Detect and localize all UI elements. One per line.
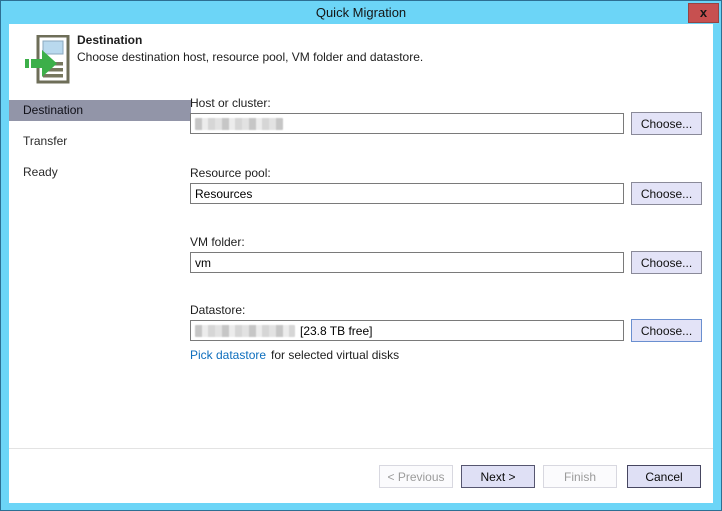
vm-folder-input[interactable]: vm: [190, 252, 624, 273]
resource-pool-row: Resource pool: Resources Choose...: [190, 166, 705, 206]
previous-button[interactable]: < Previous: [379, 465, 453, 488]
resource-pool-input[interactable]: Resources: [190, 183, 624, 204]
pick-datastore-suffix: for selected virtual disks: [271, 348, 399, 362]
migration-server-icon: [25, 35, 75, 85]
pick-datastore-line: Pick datastore for selected virtual disks: [190, 348, 399, 362]
resource-pool-label: Resource pool:: [190, 166, 705, 182]
vm-folder-row: VM folder: vm Choose...: [190, 235, 705, 275]
host-label: Host or cluster:: [190, 96, 705, 112]
vm-folder-label: VM folder:: [190, 235, 705, 251]
quick-migration-dialog: Quick Migration x Destination Choose des…: [0, 0, 722, 511]
choose-host-button[interactable]: Choose...: [631, 112, 702, 135]
dialog-content: Destination Choose destination host, res…: [9, 24, 713, 503]
next-button[interactable]: Next >: [461, 465, 535, 488]
redacted-host-value: [195, 118, 283, 130]
redacted-datastore-value: [195, 325, 295, 337]
cancel-button[interactable]: Cancel: [627, 465, 701, 488]
sidebar-item-ready[interactable]: Ready: [9, 162, 191, 183]
choose-vm-folder-button[interactable]: Choose...: [631, 251, 702, 274]
choose-datastore-button[interactable]: Choose...: [631, 319, 702, 342]
sidebar-item-transfer[interactable]: Transfer: [9, 131, 191, 152]
wizard-steps: Destination Transfer Ready: [9, 100, 191, 193]
datastore-row: Datastore: [23.8 TB free] Choose...: [190, 303, 705, 343]
pick-datastore-link[interactable]: Pick datastore: [190, 348, 266, 362]
footer: < Previous Next > Finish Cancel: [9, 449, 713, 503]
page-title: Destination: [77, 33, 142, 47]
page-subtitle: Choose destination host, resource pool, …: [77, 50, 423, 64]
choose-resource-pool-button[interactable]: Choose...: [631, 182, 702, 205]
host-row: Host or cluster: Choose...: [190, 96, 705, 136]
host-input[interactable]: [190, 113, 624, 134]
resource-pool-value: Resources: [195, 187, 252, 201]
sidebar-item-destination[interactable]: Destination: [9, 100, 191, 121]
datastore-input[interactable]: [23.8 TB free]: [190, 320, 624, 341]
vm-folder-value: vm: [195, 256, 211, 270]
close-icon[interactable]: x: [688, 3, 719, 23]
datastore-label: Datastore:: [190, 303, 705, 319]
window-title: Quick Migration: [316, 5, 406, 20]
finish-button[interactable]: Finish: [543, 465, 617, 488]
titlebar[interactable]: Quick Migration: [1, 1, 721, 24]
datastore-free-space: [23.8 TB free]: [300, 324, 373, 338]
